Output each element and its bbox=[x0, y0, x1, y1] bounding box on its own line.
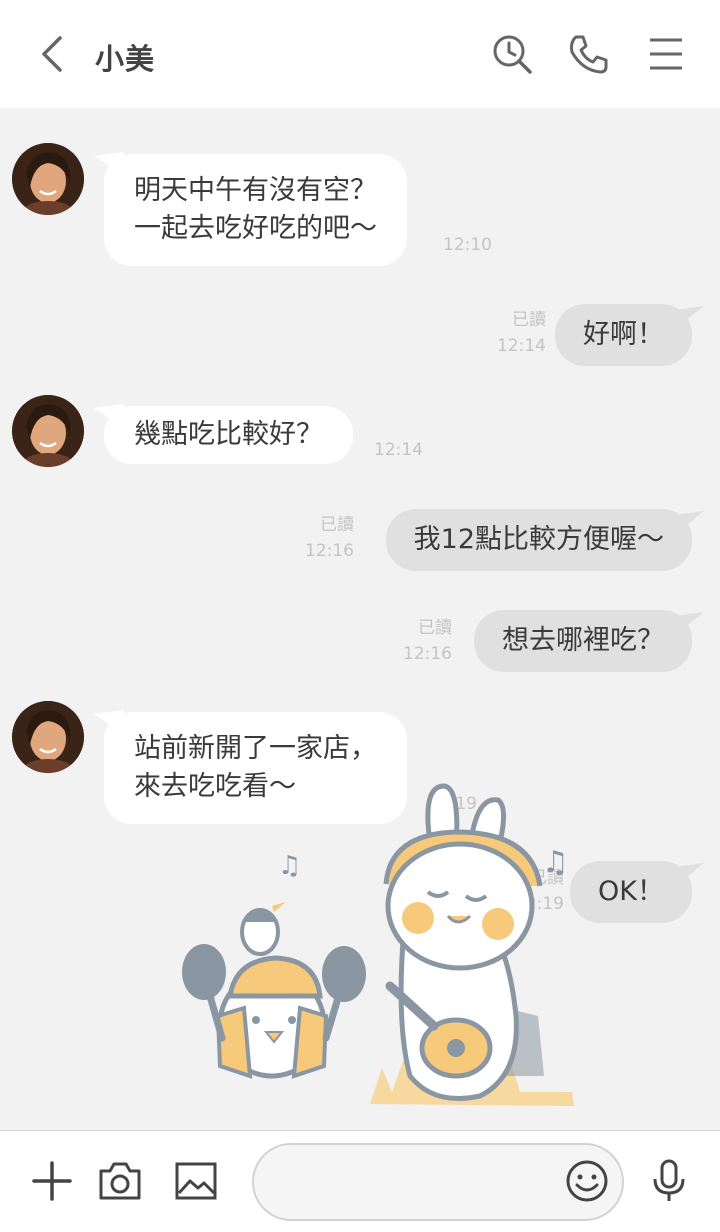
outgoing-message-bubble[interactable]: 好啊！ bbox=[555, 304, 692, 366]
svg-text:♫: ♫ bbox=[542, 845, 569, 880]
incoming-message-bubble[interactable]: 明天中午有沒有空？ 一起去吃好吃的吧～ bbox=[104, 154, 407, 266]
image-icon[interactable] bbox=[172, 1157, 220, 1205]
avatar[interactable] bbox=[12, 143, 84, 215]
read-receipt: 已讀 bbox=[512, 310, 546, 330]
bubble-tail bbox=[674, 612, 704, 636]
message-time: 12:10 bbox=[443, 235, 492, 255]
svg-text:♫: ♫ bbox=[278, 851, 301, 881]
read-receipt: 已讀 bbox=[320, 515, 354, 535]
contact-photo bbox=[12, 395, 84, 467]
search-history-icon[interactable] bbox=[490, 32, 534, 76]
bubble-tail bbox=[674, 511, 704, 535]
contact-photo bbox=[12, 143, 84, 215]
back-chevron-icon[interactable] bbox=[30, 30, 74, 78]
bubble-tail bbox=[674, 863, 704, 887]
avatar[interactable] bbox=[12, 395, 84, 467]
incoming-message-bubble[interactable]: 幾點吃比較好？ bbox=[104, 406, 353, 464]
sticker-image[interactable]: ♫ ♫ bbox=[160, 776, 600, 1112]
plus-icon[interactable] bbox=[28, 1157, 76, 1205]
camera-icon[interactable] bbox=[96, 1157, 144, 1205]
message-meta: 已讀 12:16 bbox=[305, 512, 354, 564]
message-time: 12:14 bbox=[374, 440, 423, 460]
outgoing-message-bubble[interactable]: 想去哪裡吃？ bbox=[474, 610, 692, 672]
message-time: 12:14 bbox=[497, 336, 546, 356]
emoji-icon[interactable] bbox=[563, 1157, 611, 1205]
message-time: 12:16 bbox=[305, 541, 354, 561]
chat-title: 小美 bbox=[95, 42, 156, 76]
contact-photo bbox=[12, 701, 84, 773]
message-meta: 已讀 12:16 bbox=[403, 615, 452, 667]
message-meta: 已讀 12:14 bbox=[497, 307, 546, 359]
message-time: 12:16 bbox=[403, 644, 452, 664]
chat-header: 小美 bbox=[0, 0, 720, 108]
bubble-tail bbox=[674, 306, 704, 330]
menu-icon[interactable] bbox=[644, 32, 688, 76]
avatar[interactable] bbox=[12, 701, 84, 773]
microphone-icon[interactable] bbox=[645, 1157, 693, 1205]
outgoing-message-bubble[interactable]: 我12點比較方便喔～ bbox=[385, 509, 692, 571]
composer-bar bbox=[0, 1130, 720, 1232]
chat-area[interactable]: 明天中午有沒有空？ 一起去吃好吃的吧～ 12:10 已讀 12:14 好啊！ 幾… bbox=[0, 108, 720, 1130]
phone-icon[interactable] bbox=[566, 32, 610, 76]
read-receipt: 已讀 bbox=[418, 618, 452, 638]
